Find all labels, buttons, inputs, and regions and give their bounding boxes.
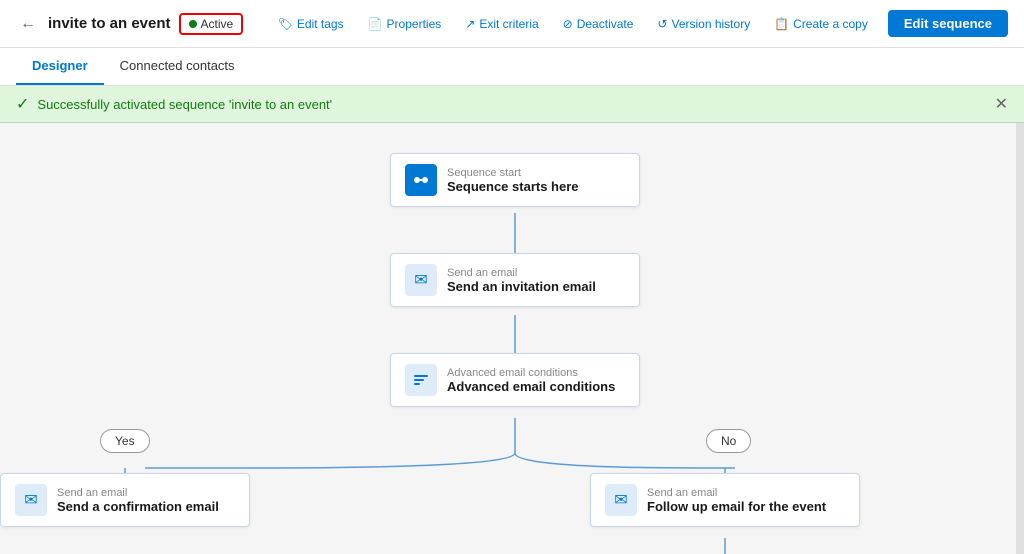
deactivate-icon: ⊘: [563, 17, 573, 31]
exit-criteria-button[interactable]: ↗ Exit criteria: [461, 13, 542, 35]
send-confirmation-node[interactable]: ✉ Send an email Send a confirmation emai…: [0, 473, 250, 527]
create-copy-button[interactable]: 📋 Create a copy: [770, 13, 872, 35]
copy-icon: 📋: [774, 17, 789, 31]
yes-branch-label: Yes: [100, 429, 150, 453]
history-icon: ↺: [657, 17, 667, 31]
edit-tags-button[interactable]: 🏷 Edit tags: [274, 13, 348, 35]
version-history-button[interactable]: ↺ Version history: [653, 13, 754, 35]
properties-button[interactable]: 📄 Properties: [364, 13, 446, 35]
deactivate-button[interactable]: ⊘ Deactivate: [559, 13, 638, 35]
page-title: invite to an event: [48, 15, 171, 32]
follow-up-email-node[interactable]: ✉ Send an email Follow up email for the …: [590, 473, 860, 527]
back-button[interactable]: ←: [16, 11, 40, 37]
advanced-email-1-text: Advanced email conditions Advanced email…: [447, 367, 615, 394]
active-badge: Active: [179, 13, 244, 35]
follow-up-email-text: Send an email Follow up email for the ev…: [647, 487, 826, 514]
advanced-email-1-node[interactable]: Advanced email conditions Advanced email…: [390, 353, 640, 407]
exit-icon: ↗: [465, 17, 475, 31]
edit-sequence-button[interactable]: Edit sequence: [888, 10, 1008, 37]
header: ← invite to an event Active 🏷 Edit tags …: [0, 0, 1024, 48]
send-email-icon: ✉: [405, 264, 437, 296]
sequence-start-node[interactable]: Sequence start Sequence starts here: [390, 153, 640, 207]
sub-nav: Designer Connected contacts: [0, 48, 1024, 86]
success-close-button[interactable]: ✕: [995, 94, 1008, 114]
success-banner: ✓ Successfully activated sequence 'invit…: [0, 86, 1024, 123]
active-label: Active: [201, 17, 234, 31]
send-invitation-node[interactable]: ✉ Send an email Send an invitation email: [390, 253, 640, 307]
tab-connected-contacts[interactable]: Connected contacts: [104, 48, 251, 85]
sequence-start-text: Sequence start Sequence starts here: [447, 167, 579, 194]
condition-icon-1: [405, 364, 437, 396]
scrollbar[interactable]: [1016, 123, 1024, 554]
follow-up-email-icon: ✉: [605, 484, 637, 516]
flow-container: Sequence start Sequence starts here ✉ Se…: [0, 123, 1024, 554]
sequence-start-icon: [405, 164, 437, 196]
send-confirmation-text: Send an email Send a confirmation email: [57, 487, 219, 514]
properties-icon: 📄: [368, 17, 383, 31]
active-dot-icon: [189, 20, 197, 28]
no-branch-label: No: [706, 429, 751, 453]
tag-icon: 🏷: [278, 17, 293, 31]
success-message: Successfully activated sequence 'invite …: [37, 97, 332, 112]
tab-designer[interactable]: Designer: [16, 48, 104, 85]
canvas: Sequence start Sequence starts here ✉ Se…: [0, 123, 1024, 554]
confirmation-email-icon: ✉: [15, 484, 47, 516]
header-actions: 🏷 Edit tags 📄 Properties ↗ Exit criteria…: [274, 10, 1008, 37]
send-invitation-text: Send an email Send an invitation email: [447, 267, 596, 294]
success-icon: ✓: [16, 94, 29, 114]
